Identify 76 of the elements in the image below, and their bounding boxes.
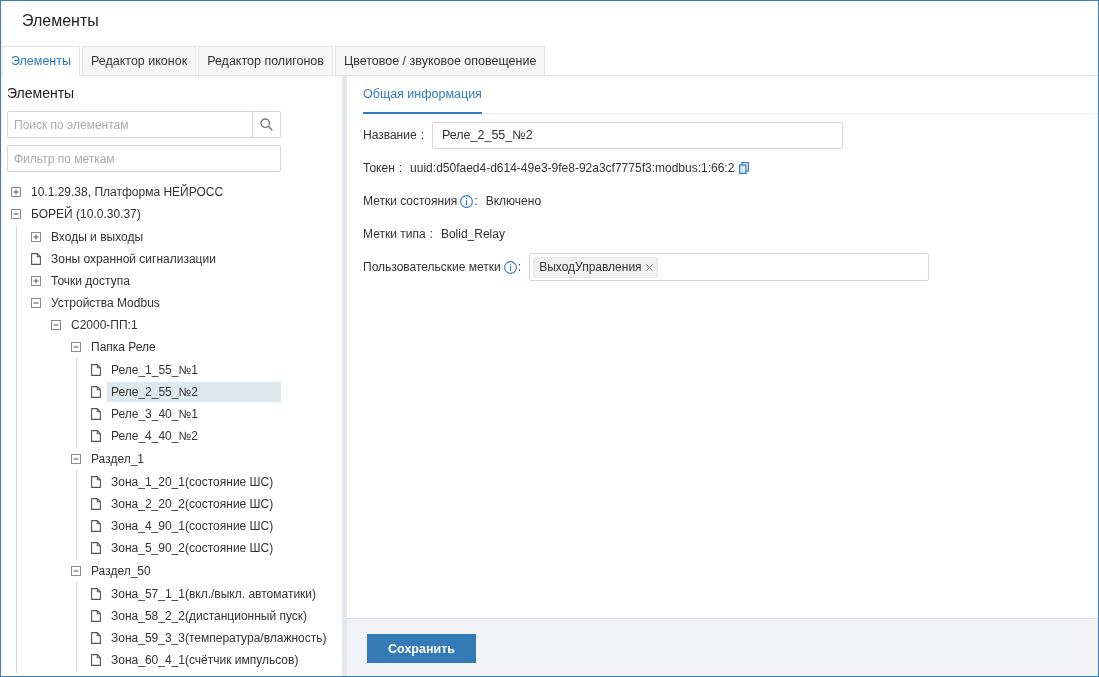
tree-item[interactable]: Реле_2_55_№2 (107, 382, 281, 402)
minus-square-icon[interactable] (71, 454, 81, 464)
label-colon: : (474, 194, 478, 208)
tree-item[interactable]: Реле_4_40_№2 (107, 426, 281, 446)
tree-item[interactable]: Зоны охранной сигнализации (47, 249, 281, 269)
tree-item[interactable]: Зона_1_20_1(состояние ШС) (107, 472, 281, 492)
file-icon (31, 253, 41, 265)
tree-item[interactable]: Раздел_1 (87, 449, 281, 469)
section-tab[interactable]: Общая информация (363, 76, 482, 114)
file-icon (91, 542, 101, 554)
minus-square-icon[interactable] (71, 342, 81, 352)
search-field[interactable]: Поиск по элементам (7, 111, 253, 138)
tag-label: ВыходУправления (539, 260, 642, 274)
tree-item[interactable]: Точки доступа (47, 271, 281, 291)
tab[interactable]: Элементы (2, 46, 80, 76)
plus-square-icon[interactable] (31, 232, 41, 242)
label-colon: : (398, 161, 403, 175)
field-value: uuid:d50faed4-d614-49e3-9fe8-92a3cf7775f3:modbus:1:66:2 (410, 161, 735, 175)
file-icon (91, 588, 101, 600)
tree-item[interactable]: БОРЕЙ (10.0.30.37) (27, 204, 281, 224)
field-label: Пользовательские метки (363, 260, 501, 274)
save-button[interactable]: Сохранить (367, 634, 476, 663)
copy-icon[interactable] (739, 162, 750, 174)
file-icon (91, 520, 101, 532)
tree-item[interactable]: Зона_59_3_3(температура/влажность) (107, 628, 331, 648)
tab[interactable]: Редактор полигонов (198, 46, 333, 76)
field-label: Токен (363, 161, 395, 175)
field-value: Bolid_Relay (440, 227, 505, 241)
file-icon (91, 386, 101, 398)
tree-item[interactable]: С2000-ПП:1 (67, 315, 281, 335)
minus-square-icon[interactable] (31, 298, 41, 308)
tree-item[interactable]: Зона_5_90_2(состояние ШС) (107, 538, 281, 558)
tree-item[interactable]: Реле_3_40_№1 (107, 404, 281, 424)
plus-square-icon[interactable] (31, 276, 41, 286)
tree-item[interactable]: Входы и выходы (47, 227, 281, 247)
tree-item[interactable]: Раздел_50 (87, 561, 281, 581)
file-icon (91, 610, 101, 622)
file-icon (91, 476, 101, 488)
panel-heading: Элементы (7, 84, 76, 102)
label-colon: : (420, 128, 424, 142)
minus-square-icon[interactable] (71, 566, 81, 576)
name-field[interactable]: Реле_2_55_№2 (431, 121, 843, 149)
file-icon (91, 408, 101, 420)
plus-square-icon[interactable] (11, 187, 21, 197)
tree-item[interactable]: Зона_58_2_2(дистанционный пуск) (107, 606, 312, 626)
file-icon (91, 498, 101, 510)
file-icon (91, 632, 101, 644)
tree-item[interactable]: Зона_2_20_2(состояние ШС) (107, 494, 281, 514)
tree-item[interactable]: 10.1.29.38, Платформа НЕЙРОСС (27, 182, 281, 202)
field-value: Включено (485, 194, 542, 208)
window-title: Элементы (22, 11, 99, 31)
file-icon (91, 364, 101, 376)
file-icon (91, 430, 101, 442)
search-icon (260, 118, 273, 131)
tree-item[interactable]: Зона_57_1_1(вкл./выкл. автоматики) (107, 584, 321, 604)
tree-item[interactable]: Устройства Modbus (47, 293, 281, 313)
field-label: Название (363, 128, 417, 142)
tree-item[interactable]: Зона_60_4_1(счётчик импульсов) (107, 650, 303, 670)
filter-field[interactable]: Фильтр по меткам (7, 145, 281, 172)
tree-item[interactable]: Папка Реле (87, 337, 281, 357)
minus-square-icon[interactable] (11, 209, 21, 219)
minus-square-icon[interactable] (51, 320, 61, 330)
field-label: Метки состояния (363, 194, 458, 208)
tree-item[interactable]: Реле_1_55_№1 (107, 360, 281, 380)
file-icon (91, 654, 101, 666)
tab[interactable]: Редактор иконок (82, 46, 197, 76)
info-icon[interactable] (460, 194, 474, 208)
search-button[interactable] (253, 111, 281, 138)
tree-item[interactable]: Зона_4_90_1(состояние ШС) (107, 516, 281, 536)
tags-field[interactable]: ВыходУправления (529, 253, 930, 281)
info-icon[interactable] (503, 260, 517, 274)
tab[interactable]: Цветовое / звуковое оповещение (334, 46, 546, 76)
field-label: Метки типа (363, 227, 426, 241)
close-icon[interactable] (645, 263, 653, 271)
label-colon: : (517, 260, 522, 274)
label-colon: : (429, 227, 433, 241)
